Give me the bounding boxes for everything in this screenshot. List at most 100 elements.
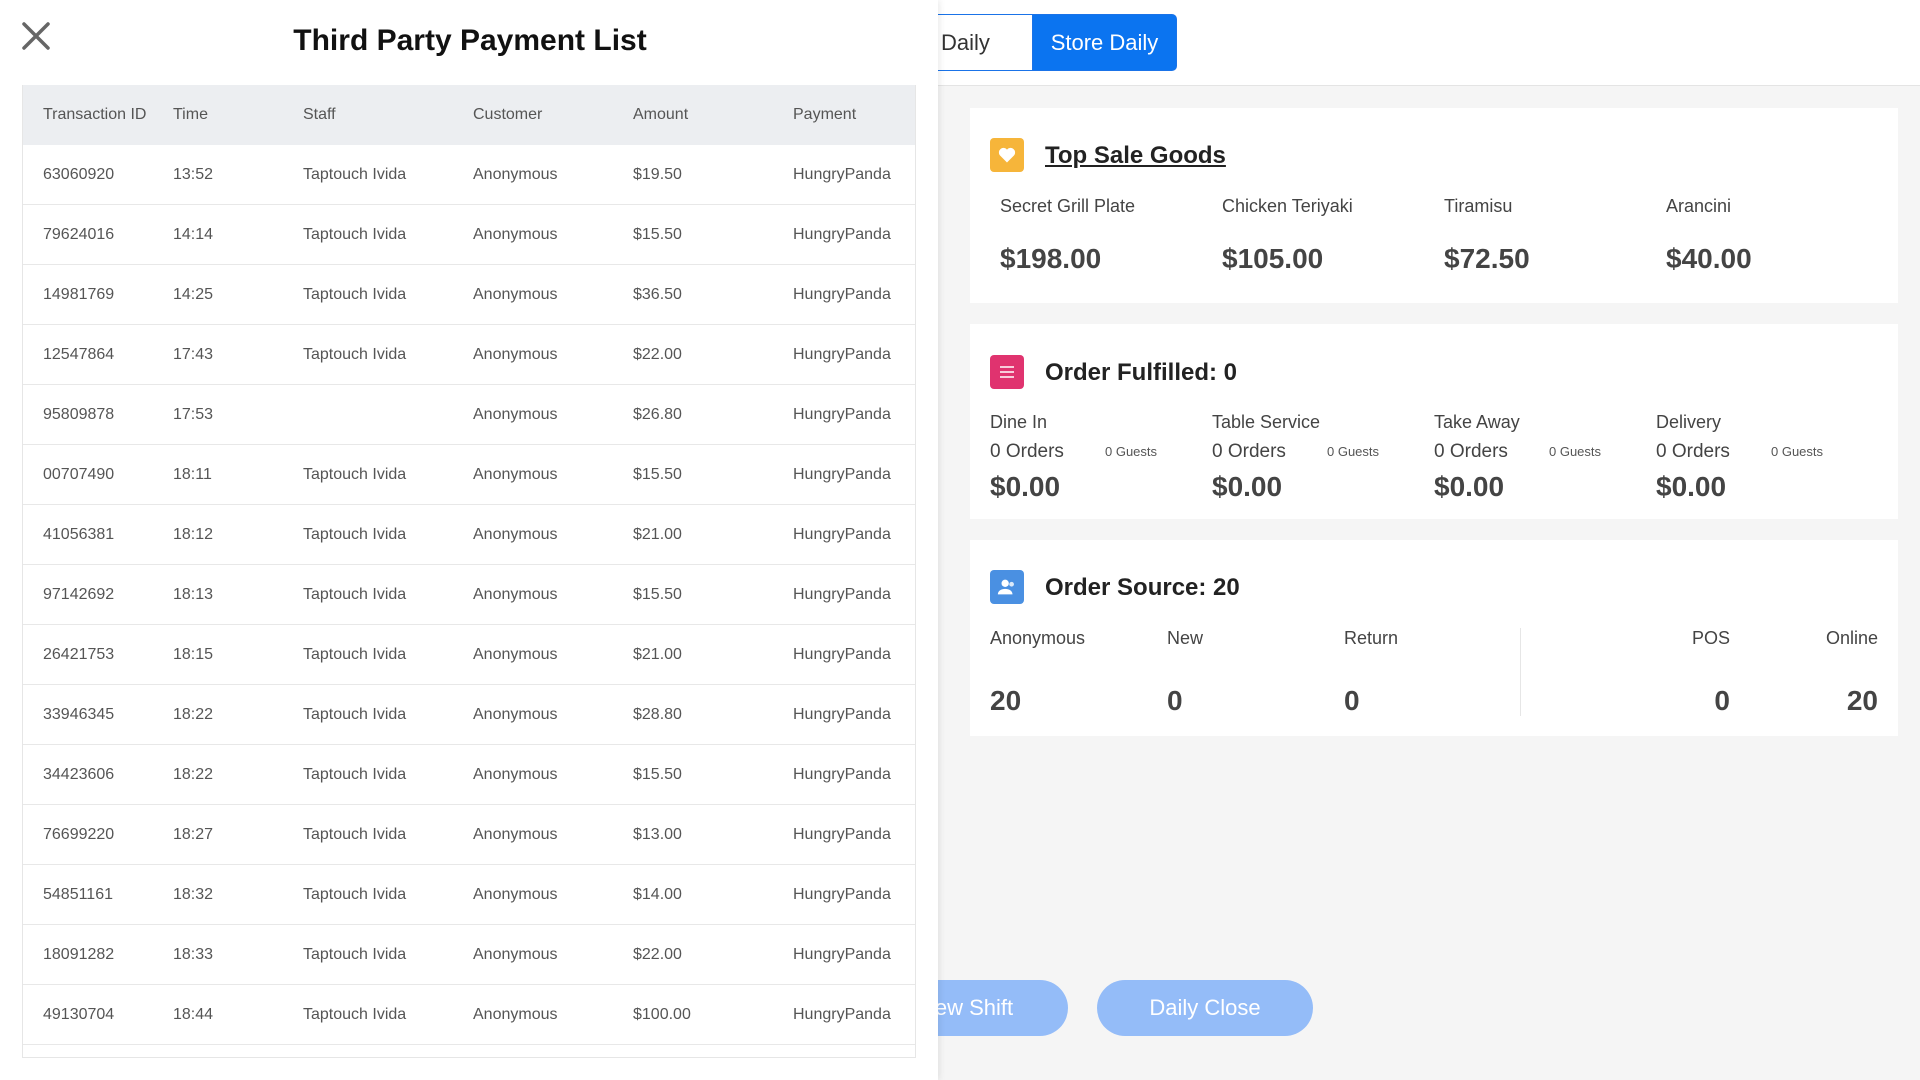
amount-cell: $28.80: [633, 705, 682, 723]
payment-cell: HungryPanda: [793, 765, 891, 783]
amount-cell: $13.00: [633, 825, 682, 843]
fulfilled-orders: 0 Orders: [1434, 441, 1508, 462]
fulfilled-item: Table Service 0 Orders 0 Guests $0.00: [1212, 412, 1412, 503]
source-label: Anonymous: [990, 628, 1086, 648]
top-sale-item: Chicken Teriyaki $105.00: [1222, 196, 1422, 275]
source-item: Return 0: [1344, 628, 1398, 717]
customer-cell: Anonymous: [473, 165, 558, 183]
fulfilled-guests: 0 Guests: [1105, 444, 1158, 459]
daily-close-button[interactable]: Daily Close: [1097, 980, 1313, 1036]
fulfilled-guests: 0 Guests: [1771, 444, 1824, 459]
customer-cell: Anonymous: [473, 765, 558, 783]
tab-store-daily[interactable]: Store Daily: [1032, 14, 1177, 71]
staff-cell: Taptouch Ivida: [303, 345, 407, 363]
staff-cell: Taptouch Ivida: [303, 285, 407, 303]
top-sale-goods-card: Top Sale Goods Secret Grill Plate $198.0…: [970, 108, 1898, 303]
item-name: Arancini: [1666, 196, 1732, 216]
source-value: 0: [1714, 685, 1730, 716]
table-row[interactable]: 41056381 18:12 Taptouch Ivida Anonymous $21.…: [23, 505, 915, 565]
heart-icon: [990, 138, 1024, 172]
order-source-card: Order Source: 20 Anonymous 20 New 0 Retu…: [970, 540, 1898, 736]
table-row[interactable]: 18091282 18:33 Taptouch Ivida Anonymous $22.…: [23, 925, 915, 985]
source-item: Online 20: [1808, 628, 1878, 717]
table-row[interactable]: 26421753 18:15 Taptouch Ivida Anonymous $21.…: [23, 625, 915, 685]
staff-cell: Taptouch Ivida: [303, 225, 407, 243]
table-row[interactable]: 54851161 18:32 Taptouch Ivida Anonymous $14.…: [23, 865, 915, 925]
fulfilled-item: Take Away 0 Orders 0 Guests $0.00: [1434, 412, 1634, 503]
staff-cell: Taptouch Ivida: [303, 465, 407, 483]
time-cell: 18:12: [173, 525, 214, 543]
table-row[interactable]: 00707490 18:11 Taptouch Ivida Anonymous $15.…: [23, 445, 915, 505]
customer-cell: Anonymous: [473, 825, 558, 843]
time-cell: 17:53: [173, 405, 214, 423]
source-label: Return: [1344, 628, 1399, 648]
table-row[interactable]: 14981769 14:25 Taptouch Ivida Anonymous $36.…: [23, 265, 915, 325]
amount-cell: $22.00: [633, 345, 682, 363]
transaction-id-cell: 76699220: [43, 825, 115, 843]
customer-cell: Anonymous: [473, 525, 558, 543]
customer-cell: Anonymous: [473, 585, 558, 603]
table-row[interactable]: 12547864 17:43 Taptouch Ivida Anonymous $22.…: [23, 325, 915, 385]
top-sale-item: Arancini $40.00: [1666, 196, 1866, 275]
item-value: $72.50: [1444, 243, 1530, 274]
customer-cell: Anonymous: [473, 885, 558, 903]
column-header: Time: [173, 106, 208, 123]
fulfilled-orders: 0 Orders: [1212, 441, 1286, 462]
transaction-id-cell: 18091282: [43, 945, 115, 963]
source-label: New: [1167, 628, 1204, 648]
customer-cell: Anonymous: [473, 705, 558, 723]
table-header: Transaction ID Time Staff Customer Amoun…: [23, 85, 915, 145]
amount-cell: $15.50: [633, 225, 682, 243]
source-value: 20: [990, 685, 1022, 716]
time-cell: 18:22: [173, 765, 214, 783]
table-row[interactable]: 97142692 18:13 Taptouch Ivida Anonymous $15.…: [23, 565, 915, 625]
table-row[interactable]: 49130704 18:44 Taptouch Ivida Anonymous $100…: [23, 985, 915, 1045]
time-cell: 13:52: [173, 165, 214, 183]
amount-cell: $36.50: [633, 285, 682, 303]
transaction-id-cell: 12547864: [43, 345, 115, 363]
table-row[interactable]: 34423606 18:22 Taptouch Ivida Anonymous $15.…: [23, 745, 915, 805]
payment-cell: HungryPanda: [793, 825, 891, 843]
transaction-id-cell: 97142692: [43, 585, 115, 603]
source-label: POS: [1691, 628, 1730, 648]
time-cell: 18:22: [173, 705, 214, 723]
table-row[interactable]: 79624016 14:14 Taptouch Ivida Anonymous $15.…: [23, 205, 915, 265]
fulfilled-guests: 0 Guests: [1327, 444, 1380, 459]
time-cell: 18:27: [173, 825, 214, 843]
top-sale-goods-title[interactable]: Top Sale Goods: [1045, 142, 1226, 170]
source-value: 0: [1344, 685, 1360, 716]
top-sale-item: Secret Grill Plate $198.00: [1000, 196, 1200, 275]
time-cell: 17:43: [173, 345, 214, 363]
time-cell: 18:33: [173, 945, 214, 963]
table-row[interactable]: 63060920 13:52 Taptouch Ivida Anonymous $19.…: [23, 145, 915, 205]
staff-cell: Taptouch Ivida: [303, 1005, 407, 1023]
column-header: Transaction ID: [43, 106, 147, 123]
staff-cell: Taptouch Ivida: [303, 885, 407, 903]
time-cell: 14:14: [173, 225, 214, 243]
source-value: 0: [1167, 685, 1183, 716]
amount-cell: $100.00: [633, 1005, 691, 1023]
fulfilled-item: Dine In 0 Orders 0 Guests $0.00: [990, 412, 1190, 503]
table-row[interactable]: 95809878 17:53 Anonymous $26.80 HungryPanda: [23, 385, 915, 445]
item-name: Secret Grill Plate: [1000, 196, 1136, 216]
fulfilled-orders: 0 Orders: [1656, 441, 1730, 462]
item-name: Tiramisu: [1444, 196, 1513, 216]
amount-cell: $22.00: [633, 945, 682, 963]
order-fulfilled-title: Order Fulfilled: 0: [1045, 359, 1238, 386]
transaction-id-cell: 63060920: [43, 165, 115, 183]
payment-cell: HungryPanda: [793, 885, 891, 903]
amount-cell: $15.50: [633, 465, 682, 483]
time-cell: 18:15: [173, 645, 214, 663]
fulfilled-label: Take Away: [1434, 412, 1520, 432]
staff-cell: Taptouch Ivida: [303, 945, 407, 963]
column-header: Customer: [473, 106, 543, 123]
amount-cell: $15.50: [633, 765, 682, 783]
source-item: New 0: [1167, 628, 1203, 717]
table-row[interactable]: 33946345 18:22 Taptouch Ivida Anonymous $28.…: [23, 685, 915, 745]
payment-cell: HungryPanda: [793, 585, 891, 603]
users-icon: [990, 570, 1024, 604]
amount-cell: $26.80: [633, 405, 682, 423]
table-row[interactable]: 76699220 18:27 Taptouch Ivida Anonymous $13.…: [23, 805, 915, 865]
order-fulfilled-card: Order Fulfilled: 0 Dine In 0 Orders 0 Gu…: [970, 324, 1898, 519]
staff-cell: Taptouch Ivida: [303, 585, 407, 603]
